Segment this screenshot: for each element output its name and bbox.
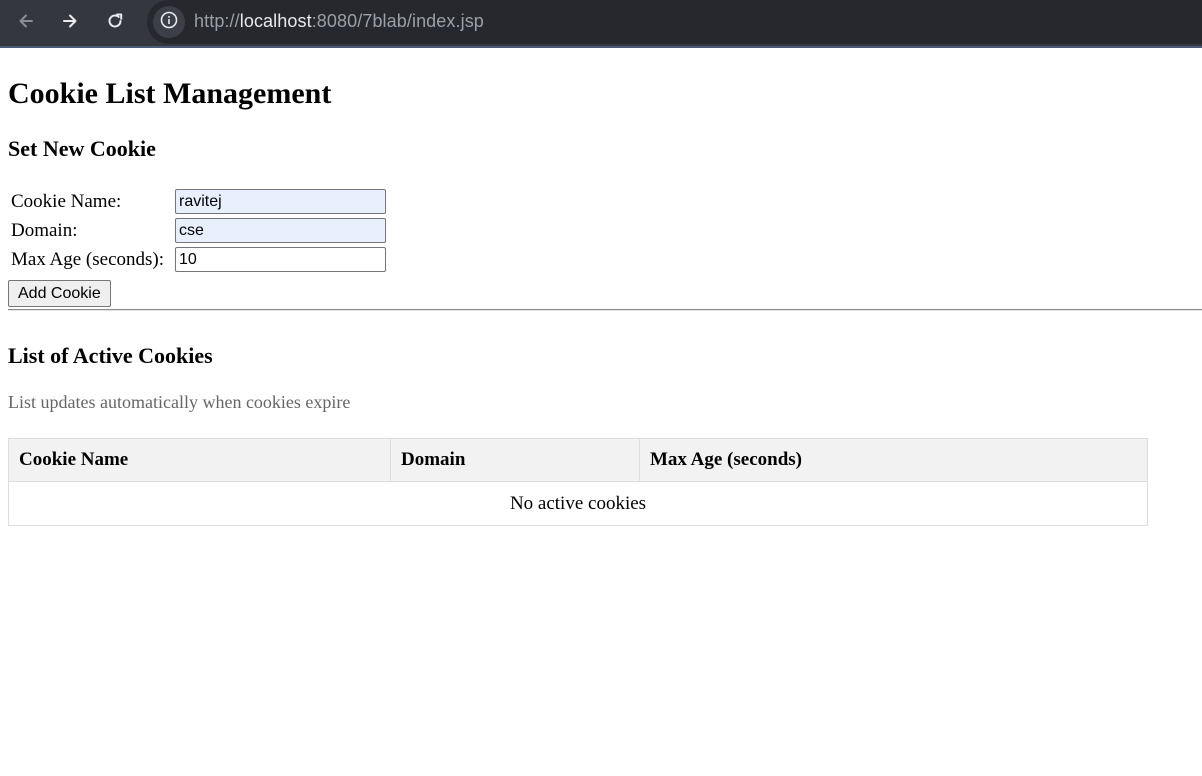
url-path: :8080/7blab/index.jsp: [311, 11, 484, 31]
url-host: localhost: [239, 11, 312, 31]
empty-message: No active cookies: [8, 481, 1148, 526]
form-row-domain: Domain:: [10, 217, 387, 244]
address-bar[interactable]: http://localhost:8080/7blab/index.jsp: [147, 0, 1202, 44]
cookie-name-input[interactable]: [175, 189, 386, 214]
max-age-label: Max Age (seconds):: [11, 248, 165, 270]
forward-button[interactable]: [52, 6, 88, 36]
back-button[interactable]: [8, 6, 44, 36]
cookies-table: Cookie Name Domain Max Age (seconds) No …: [8, 438, 1148, 526]
column-header-cookie-name: Cookie Name: [8, 438, 391, 482]
browser-toolbar: http://localhost:8080/7blab/index.jsp: [0, 0, 1202, 48]
domain-label: Domain:: [11, 219, 78, 241]
form-row-name: Cookie Name:: [10, 188, 387, 215]
max-age-input[interactable]: [175, 247, 386, 272]
active-cookies-heading: List of Active Cookies: [8, 343, 213, 368]
table-header-row: Cookie Name Domain Max Age (seconds): [8, 438, 1148, 482]
form-row-maxage: Max Age (seconds):: [10, 246, 387, 273]
reload-icon: [105, 11, 125, 31]
column-header-max-age: Max Age (seconds): [639, 438, 1148, 482]
page-title: Cookie List Management: [8, 77, 332, 110]
cookie-form: Cookie Name: Domain: Max Age (seconds):: [8, 186, 389, 275]
column-header-domain: Domain: [390, 438, 640, 482]
cookie-name-label: Cookie Name:: [11, 190, 122, 212]
site-info-button[interactable]: [153, 6, 185, 38]
arrow-left-icon: [16, 11, 36, 31]
set-cookie-heading: Set New Cookie: [8, 136, 156, 161]
domain-input[interactable]: [175, 218, 386, 243]
divider: [8, 309, 1202, 311]
table-row: No active cookies: [8, 481, 1148, 526]
arrow-right-icon: [60, 11, 80, 31]
auto-update-hint: List updates automatically when cookies …: [8, 392, 351, 412]
url-prefix: http://: [194, 11, 240, 31]
url-text[interactable]: http://localhost:8080/7blab/index.jsp: [194, 11, 484, 32]
add-cookie-button[interactable]: Add Cookie: [8, 280, 111, 307]
reload-button[interactable]: [97, 6, 133, 36]
info-icon: [160, 11, 178, 34]
